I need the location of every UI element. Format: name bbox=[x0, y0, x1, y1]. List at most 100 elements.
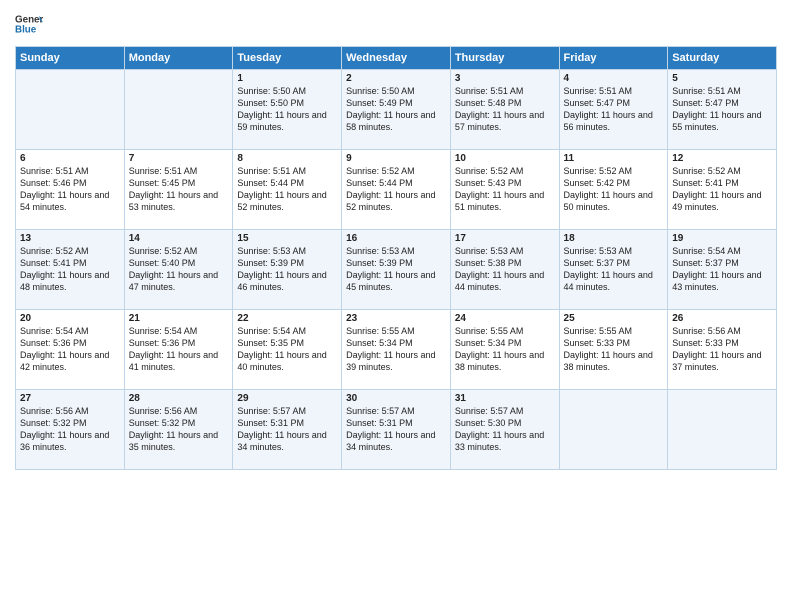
day-content: Sunrise: 5:55 AM Sunset: 5:34 PM Dayligh… bbox=[346, 325, 446, 374]
day-number: 29 bbox=[237, 393, 337, 404]
day-content: Sunrise: 5:52 AM Sunset: 5:41 PM Dayligh… bbox=[672, 165, 772, 214]
day-number: 12 bbox=[672, 153, 772, 164]
day-cell: 23Sunrise: 5:55 AM Sunset: 5:34 PM Dayli… bbox=[342, 310, 451, 390]
day-cell: 16Sunrise: 5:53 AM Sunset: 5:39 PM Dayli… bbox=[342, 230, 451, 310]
day-number: 19 bbox=[672, 233, 772, 244]
day-cell: 29Sunrise: 5:57 AM Sunset: 5:31 PM Dayli… bbox=[233, 390, 342, 470]
day-cell: 28Sunrise: 5:56 AM Sunset: 5:32 PM Dayli… bbox=[124, 390, 233, 470]
day-content: Sunrise: 5:54 AM Sunset: 5:37 PM Dayligh… bbox=[672, 245, 772, 294]
day-header-sunday: Sunday bbox=[16, 47, 125, 70]
day-number: 26 bbox=[672, 313, 772, 324]
day-number: 11 bbox=[564, 153, 664, 164]
day-cell: 17Sunrise: 5:53 AM Sunset: 5:38 PM Dayli… bbox=[450, 230, 559, 310]
day-cell: 15Sunrise: 5:53 AM Sunset: 5:39 PM Dayli… bbox=[233, 230, 342, 310]
day-number: 27 bbox=[20, 393, 120, 404]
calendar-table: SundayMondayTuesdayWednesdayThursdayFrid… bbox=[15, 46, 777, 470]
week-row-4: 20Sunrise: 5:54 AM Sunset: 5:36 PM Dayli… bbox=[16, 310, 777, 390]
day-content: Sunrise: 5:56 AM Sunset: 5:33 PM Dayligh… bbox=[672, 325, 772, 374]
week-row-3: 13Sunrise: 5:52 AM Sunset: 5:41 PM Dayli… bbox=[16, 230, 777, 310]
day-number: 16 bbox=[346, 233, 446, 244]
day-number: 17 bbox=[455, 233, 555, 244]
day-content: Sunrise: 5:51 AM Sunset: 5:47 PM Dayligh… bbox=[672, 85, 772, 134]
day-header-monday: Monday bbox=[124, 47, 233, 70]
day-cell: 8Sunrise: 5:51 AM Sunset: 5:44 PM Daylig… bbox=[233, 150, 342, 230]
day-content: Sunrise: 5:50 AM Sunset: 5:50 PM Dayligh… bbox=[237, 85, 337, 134]
week-row-1: 1Sunrise: 5:50 AM Sunset: 5:50 PM Daylig… bbox=[16, 70, 777, 150]
day-content: Sunrise: 5:51 AM Sunset: 5:44 PM Dayligh… bbox=[237, 165, 337, 214]
day-number: 10 bbox=[455, 153, 555, 164]
day-number: 8 bbox=[237, 153, 337, 164]
day-cell bbox=[124, 70, 233, 150]
day-cell: 26Sunrise: 5:56 AM Sunset: 5:33 PM Dayli… bbox=[668, 310, 777, 390]
day-cell bbox=[559, 390, 668, 470]
day-content: Sunrise: 5:52 AM Sunset: 5:42 PM Dayligh… bbox=[564, 165, 664, 214]
day-content: Sunrise: 5:51 AM Sunset: 5:46 PM Dayligh… bbox=[20, 165, 120, 214]
day-cell: 27Sunrise: 5:56 AM Sunset: 5:32 PM Dayli… bbox=[16, 390, 125, 470]
day-number: 7 bbox=[129, 153, 229, 164]
logo-icon: General Blue bbox=[15, 10, 43, 38]
day-number: 24 bbox=[455, 313, 555, 324]
day-number: 1 bbox=[237, 73, 337, 84]
day-content: Sunrise: 5:53 AM Sunset: 5:39 PM Dayligh… bbox=[346, 245, 446, 294]
day-cell: 12Sunrise: 5:52 AM Sunset: 5:41 PM Dayli… bbox=[668, 150, 777, 230]
day-cell: 7Sunrise: 5:51 AM Sunset: 5:45 PM Daylig… bbox=[124, 150, 233, 230]
day-cell: 9Sunrise: 5:52 AM Sunset: 5:44 PM Daylig… bbox=[342, 150, 451, 230]
day-content: Sunrise: 5:55 AM Sunset: 5:34 PM Dayligh… bbox=[455, 325, 555, 374]
day-cell: 25Sunrise: 5:55 AM Sunset: 5:33 PM Dayli… bbox=[559, 310, 668, 390]
day-header-thursday: Thursday bbox=[450, 47, 559, 70]
day-cell: 19Sunrise: 5:54 AM Sunset: 5:37 PM Dayli… bbox=[668, 230, 777, 310]
page: General Blue SundayMondayTuesdayWednesda… bbox=[0, 0, 792, 612]
day-content: Sunrise: 5:54 AM Sunset: 5:36 PM Dayligh… bbox=[129, 325, 229, 374]
week-row-2: 6Sunrise: 5:51 AM Sunset: 5:46 PM Daylig… bbox=[16, 150, 777, 230]
day-number: 9 bbox=[346, 153, 446, 164]
day-cell: 2Sunrise: 5:50 AM Sunset: 5:49 PM Daylig… bbox=[342, 70, 451, 150]
day-cell bbox=[668, 390, 777, 470]
day-content: Sunrise: 5:52 AM Sunset: 5:41 PM Dayligh… bbox=[20, 245, 120, 294]
day-cell: 5Sunrise: 5:51 AM Sunset: 5:47 PM Daylig… bbox=[668, 70, 777, 150]
day-header-saturday: Saturday bbox=[668, 47, 777, 70]
day-content: Sunrise: 5:53 AM Sunset: 5:37 PM Dayligh… bbox=[564, 245, 664, 294]
day-number: 13 bbox=[20, 233, 120, 244]
day-cell: 13Sunrise: 5:52 AM Sunset: 5:41 PM Dayli… bbox=[16, 230, 125, 310]
day-cell: 6Sunrise: 5:51 AM Sunset: 5:46 PM Daylig… bbox=[16, 150, 125, 230]
day-number: 28 bbox=[129, 393, 229, 404]
day-content: Sunrise: 5:54 AM Sunset: 5:36 PM Dayligh… bbox=[20, 325, 120, 374]
header-row: SundayMondayTuesdayWednesdayThursdayFrid… bbox=[16, 47, 777, 70]
day-cell: 3Sunrise: 5:51 AM Sunset: 5:48 PM Daylig… bbox=[450, 70, 559, 150]
day-number: 18 bbox=[564, 233, 664, 244]
day-content: Sunrise: 5:57 AM Sunset: 5:31 PM Dayligh… bbox=[237, 405, 337, 454]
day-cell: 11Sunrise: 5:52 AM Sunset: 5:42 PM Dayli… bbox=[559, 150, 668, 230]
day-content: Sunrise: 5:50 AM Sunset: 5:49 PM Dayligh… bbox=[346, 85, 446, 134]
day-content: Sunrise: 5:55 AM Sunset: 5:33 PM Dayligh… bbox=[564, 325, 664, 374]
logo: General Blue bbox=[15, 10, 23, 38]
day-content: Sunrise: 5:53 AM Sunset: 5:38 PM Dayligh… bbox=[455, 245, 555, 294]
day-cell: 1Sunrise: 5:50 AM Sunset: 5:50 PM Daylig… bbox=[233, 70, 342, 150]
day-number: 3 bbox=[455, 73, 555, 84]
day-content: Sunrise: 5:53 AM Sunset: 5:39 PM Dayligh… bbox=[237, 245, 337, 294]
day-cell: 24Sunrise: 5:55 AM Sunset: 5:34 PM Dayli… bbox=[450, 310, 559, 390]
day-number: 21 bbox=[129, 313, 229, 324]
day-header-tuesday: Tuesday bbox=[233, 47, 342, 70]
day-number: 5 bbox=[672, 73, 772, 84]
header: General Blue bbox=[15, 10, 777, 38]
day-number: 6 bbox=[20, 153, 120, 164]
day-cell: 20Sunrise: 5:54 AM Sunset: 5:36 PM Dayli… bbox=[16, 310, 125, 390]
day-number: 14 bbox=[129, 233, 229, 244]
svg-text:Blue: Blue bbox=[15, 24, 37, 35]
day-header-wednesday: Wednesday bbox=[342, 47, 451, 70]
day-cell: 31Sunrise: 5:57 AM Sunset: 5:30 PM Dayli… bbox=[450, 390, 559, 470]
day-number: 31 bbox=[455, 393, 555, 404]
day-number: 23 bbox=[346, 313, 446, 324]
day-content: Sunrise: 5:51 AM Sunset: 5:47 PM Dayligh… bbox=[564, 85, 664, 134]
day-cell: 22Sunrise: 5:54 AM Sunset: 5:35 PM Dayli… bbox=[233, 310, 342, 390]
day-number: 4 bbox=[564, 73, 664, 84]
day-header-friday: Friday bbox=[559, 47, 668, 70]
day-content: Sunrise: 5:52 AM Sunset: 5:44 PM Dayligh… bbox=[346, 165, 446, 214]
day-number: 2 bbox=[346, 73, 446, 84]
day-content: Sunrise: 5:56 AM Sunset: 5:32 PM Dayligh… bbox=[129, 405, 229, 454]
day-cell: 4Sunrise: 5:51 AM Sunset: 5:47 PM Daylig… bbox=[559, 70, 668, 150]
day-content: Sunrise: 5:57 AM Sunset: 5:30 PM Dayligh… bbox=[455, 405, 555, 454]
day-number: 15 bbox=[237, 233, 337, 244]
day-number: 30 bbox=[346, 393, 446, 404]
day-content: Sunrise: 5:56 AM Sunset: 5:32 PM Dayligh… bbox=[20, 405, 120, 454]
